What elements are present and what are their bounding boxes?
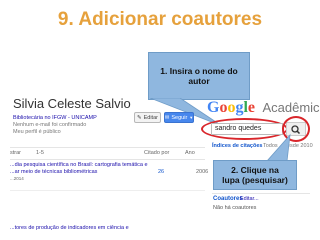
cited-by-header[interactable]: Citado por (144, 150, 169, 156)
table-header-divider (10, 159, 205, 160)
publication-title[interactable]: ...dia pesquisa científica no Brasil: ca… (10, 162, 148, 168)
logo-product-name: Acadêmico (262, 100, 320, 115)
callout-click-lupa-text: 2. Clique na lupa (pesquisar) (222, 165, 288, 185)
logo-letter-g: G (207, 99, 220, 116)
callout-insert-name: 1. Insira o nome do autor (148, 52, 250, 100)
publication-title-2[interactable]: ...tores de produção de indicadores em c… (10, 225, 129, 231)
profile-affiliation[interactable]: Bibliotecária no IFGW - UNICAMP (13, 115, 97, 121)
dropdown-arrow-icon: ▼ (189, 115, 194, 120)
mostrar-value: 1-5 (36, 150, 44, 156)
citation-indices-header: Índices de citações (212, 143, 263, 149)
profile-name: Silvia Celeste Salvio (13, 96, 131, 111)
coauthors-divider (212, 193, 310, 194)
pencil-icon: ✎ (137, 114, 142, 121)
publication-cited-count[interactable]: 26 (158, 169, 164, 175)
callout-click-lupa-pointer (266, 133, 291, 162)
callout-insert-name-text: 1. Insira o nome do autor (160, 66, 238, 86)
profile-visibility: Meu perfil é público (13, 129, 61, 135)
slide-title: 9. Adicionar coautores (57, 9, 263, 30)
coauthors-empty-text: Não há coautores (213, 205, 257, 211)
year-header[interactable]: Ano (185, 150, 195, 156)
edit-profile-button[interactable]: ✎ Editar (134, 112, 161, 123)
table-row-divider (10, 190, 205, 191)
profile-email-status: Nenhum e-mail foi confirmado (13, 122, 87, 128)
edit-profile-label: Editar (143, 114, 158, 121)
follow-icon: ✉ (164, 114, 170, 121)
coauthors-header: Coautores (213, 196, 243, 202)
publication-extra: ...2014 (10, 176, 24, 181)
follow-button[interactable]: ✉ Seguir ▼ (164, 112, 194, 123)
google-academico-logo: Google Acadêmico (207, 99, 320, 117)
callout-click-lupa: 2. Clique na lupa (pesquisar) (213, 160, 297, 190)
table-row[interactable]: ...dia pesquisa científica no Brasil: ca… (10, 162, 209, 188)
logo-letter-e: e (247, 99, 256, 116)
publication-year: 2006 (196, 169, 209, 175)
coauthors-edit-link[interactable]: Editar... (240, 196, 259, 202)
mostrar-label: strar (10, 150, 21, 156)
mostrar-select[interactable]: 1-5 (36, 150, 44, 156)
table-top-divider (10, 147, 205, 148)
follow-label: Seguir (171, 114, 188, 121)
publication-subtitle[interactable]: ...ar meio de técnicas bibliométricas (10, 169, 97, 175)
